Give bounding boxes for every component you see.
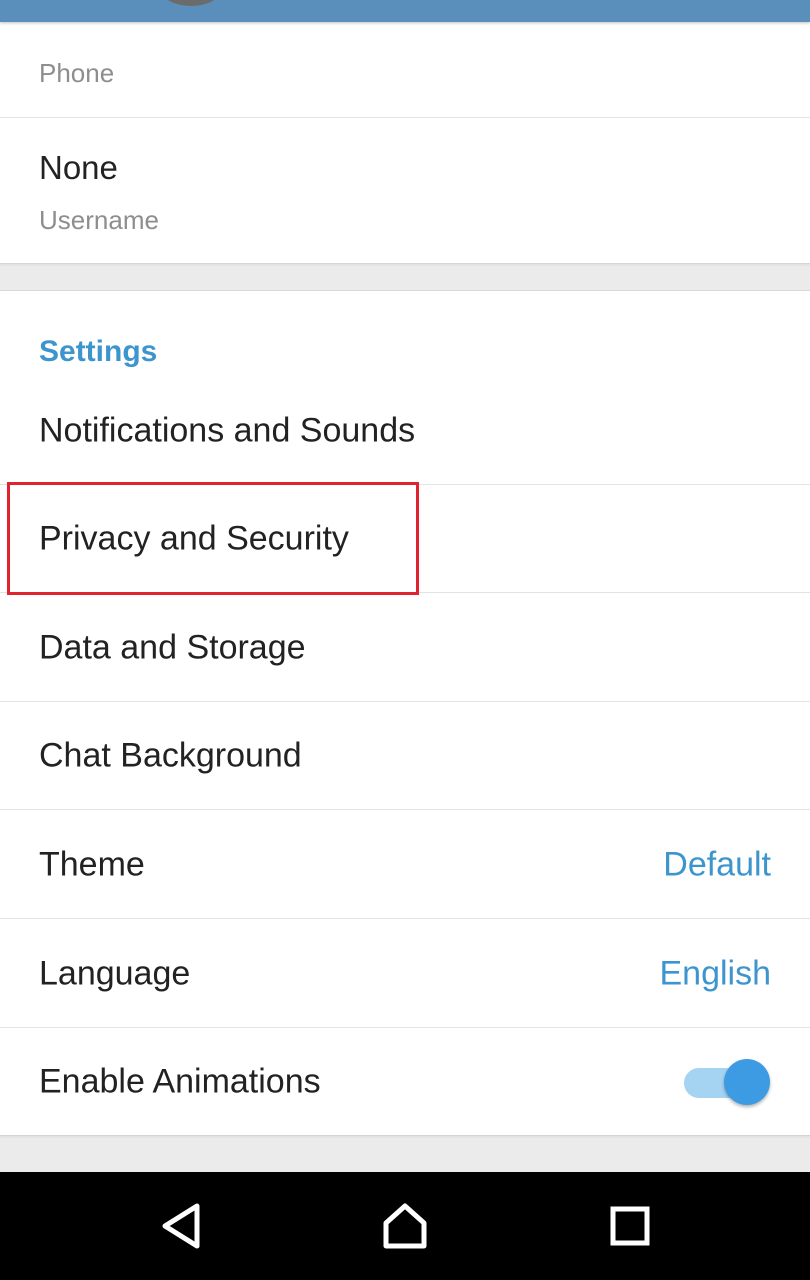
system-navigation-bar: [0, 1172, 810, 1280]
menu-item-label: Enable Animations: [39, 1062, 321, 1101]
back-icon: [162, 1203, 200, 1249]
menu-item-data-storage[interactable]: Data and Storage: [0, 594, 810, 702]
animations-toggle[interactable]: [684, 1058, 770, 1106]
settings-section-header: Settings: [39, 335, 158, 368]
menu-item-label: Notifications and Sounds: [39, 411, 416, 449]
home-button[interactable]: [375, 1196, 435, 1256]
menu-item-notifications[interactable]: Notifications and Sounds: [0, 377, 810, 485]
profile-info-card: +98 910 764 6526 Phone None Username: [0, 0, 810, 264]
menu-item-enable-animations[interactable]: Enable Animations: [0, 1028, 810, 1136]
menu-item-label: Chat Background: [39, 736, 302, 774]
menu-item-privacy-security[interactable]: Privacy and Security: [0, 485, 810, 593]
menu-item-language[interactable]: Language English: [0, 920, 810, 1028]
phone-label: Phone: [39, 58, 115, 88]
recent-apps-icon: [610, 1206, 650, 1246]
back-button[interactable]: [151, 1196, 211, 1256]
username-label: Username: [39, 205, 159, 235]
recent-apps-button[interactable]: [600, 1196, 660, 1256]
menu-item-label: Theme: [39, 845, 145, 883]
menu-item-label: Privacy and Security: [39, 519, 349, 557]
theme-value: Default: [663, 845, 771, 883]
username-row[interactable]: None Username: [0, 119, 810, 263]
avatar[interactable]: [160, 0, 222, 6]
settings-screen: +98 910 764 6526 Phone None Username Set…: [0, 0, 810, 1280]
home-icon: [383, 1203, 427, 1249]
username-value: None: [39, 149, 118, 186]
menu-item-chat-background[interactable]: Chat Background: [0, 702, 810, 810]
menu-item-label: Data and Storage: [39, 628, 306, 666]
action-bar: [0, 0, 810, 22]
menu-item-theme[interactable]: Theme Default: [0, 811, 810, 919]
settings-section: Settings Notifications and Sounds Privac…: [0, 290, 810, 1136]
language-value: English: [659, 954, 771, 992]
menu-item-label: Language: [39, 954, 191, 992]
toggle-thumb: [724, 1059, 770, 1105]
